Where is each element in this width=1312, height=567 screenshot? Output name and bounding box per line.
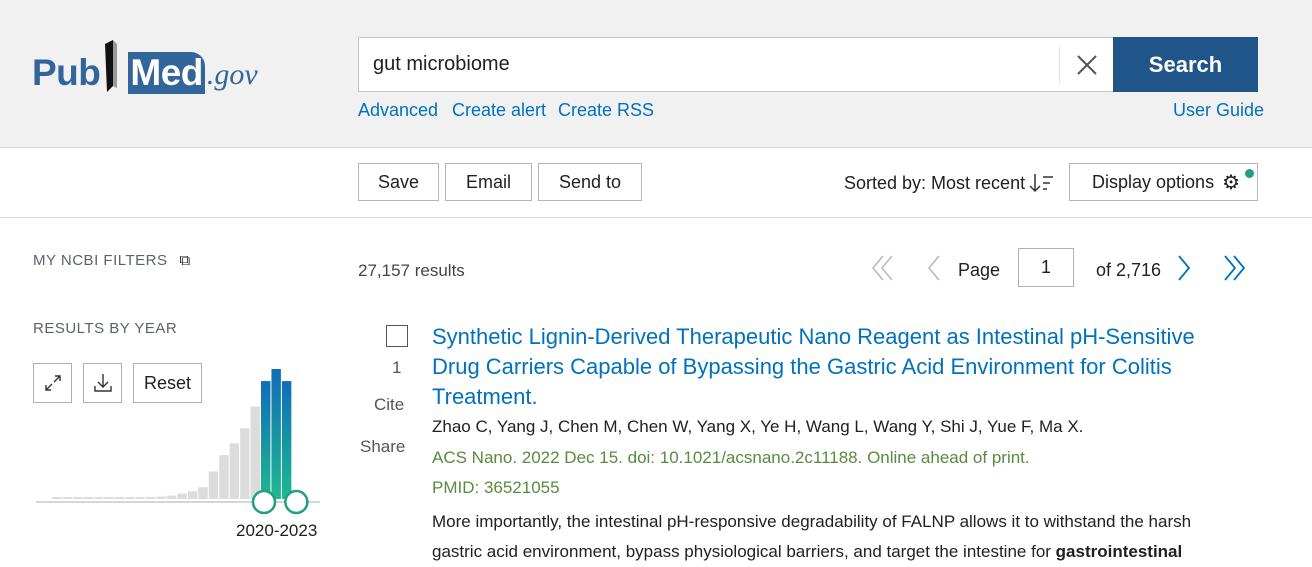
create-alert-link[interactable]: Create alert [452, 100, 546, 121]
year-bar[interactable] [93, 496, 104, 499]
last-page-icon[interactable] [1222, 248, 1248, 288]
first-page-icon[interactable] [870, 248, 896, 288]
pubmed-logo[interactable]: Pub Med .gov [32, 34, 258, 94]
save-button[interactable]: Save [358, 163, 439, 201]
year-bar[interactable] [166, 495, 177, 499]
sort-control[interactable]: Sorted by: Most recent [844, 172, 1055, 194]
year-bar[interactable] [177, 493, 187, 499]
year-bar[interactable] [198, 487, 208, 499]
result-checkbox[interactable] [386, 325, 408, 347]
notification-dot [1245, 169, 1254, 178]
year-bar[interactable] [125, 496, 135, 499]
previous-page-icon[interactable] [924, 248, 944, 288]
result-authors: Zhao C, Yang J, Chen M, Chen W, Yang X, … [432, 417, 1084, 436]
search-box [358, 37, 1114, 92]
year-bar[interactable] [104, 496, 114, 499]
results-count: 27,157 results [358, 261, 465, 280]
year-bar[interactable] [146, 496, 156, 499]
page-label: Page [958, 260, 1001, 280]
year-bar[interactable] [62, 496, 72, 499]
total-pages: of 2,716 [1096, 260, 1162, 280]
result-citation: ACS Nano. 2022 Dec 15. doi: 10.1021/acsn… [432, 448, 1030, 467]
year-bar[interactable] [271, 369, 281, 499]
user-guide-link[interactable]: User Guide [1173, 100, 1264, 121]
send-to-button[interactable]: Send to [538, 163, 642, 201]
email-button[interactable]: Email [445, 163, 532, 201]
results-by-year-heading: RESULTS BY YEAR [33, 320, 178, 337]
range-slider-handle[interactable] [284, 489, 309, 515]
year-bar[interactable] [250, 406, 260, 499]
search-input[interactable] [359, 53, 1049, 76]
header: Pub Med .gov Search Advanced Create aler… [0, 0, 1312, 148]
page-number-input[interactable]: 1 [1018, 248, 1074, 287]
display-options-button[interactable]: Display options ⚙ [1069, 163, 1258, 201]
results-by-year-chart[interactable] [30, 360, 330, 520]
year-bar[interactable] [261, 381, 271, 499]
result-number: 1 [392, 358, 402, 377]
search-button[interactable]: Search [1113, 37, 1258, 92]
external-link-icon: ⧉ [179, 252, 191, 269]
year-range-label: 2020-2023 [236, 521, 318, 540]
my-ncbi-filters-link[interactable]: MY NCBI FILTERS ⧉ [33, 252, 191, 269]
range-slider-handle[interactable] [251, 489, 277, 515]
next-page-icon[interactable] [1174, 248, 1194, 288]
year-bar[interactable] [114, 496, 125, 499]
result-title-link[interactable]: Synthetic Lignin-Derived Therapeutic Nan… [432, 322, 1232, 412]
year-bar[interactable] [72, 496, 83, 499]
year-bar[interactable] [208, 471, 219, 499]
share-button[interactable]: Share [360, 437, 405, 457]
sort-descending-icon [1029, 174, 1054, 193]
clear-search-button[interactable] [1059, 46, 1113, 84]
year-bar[interactable] [52, 496, 62, 499]
year-bar[interactable] [156, 496, 166, 499]
year-bar[interactable] [135, 496, 146, 499]
create-rss-link[interactable]: Create RSS [558, 100, 654, 121]
book-icon [105, 40, 118, 92]
year-bar[interactable] [240, 428, 250, 499]
year-bar[interactable] [187, 491, 198, 499]
result-pmid: PMID: 36521055 [432, 478, 560, 497]
year-bar[interactable] [229, 443, 240, 499]
cite-button[interactable]: Cite [374, 395, 404, 415]
divider [0, 217, 1312, 218]
advanced-link[interactable]: Advanced [358, 100, 438, 121]
result-snippet: More importantly, the intestinal pH-resp… [432, 512, 1192, 561]
year-bar[interactable] [83, 496, 93, 499]
close-icon [1076, 55, 1097, 75]
year-bar[interactable] [281, 381, 292, 499]
year-bar[interactable] [219, 455, 229, 499]
gear-icon: ⚙ [1222, 171, 1240, 194]
